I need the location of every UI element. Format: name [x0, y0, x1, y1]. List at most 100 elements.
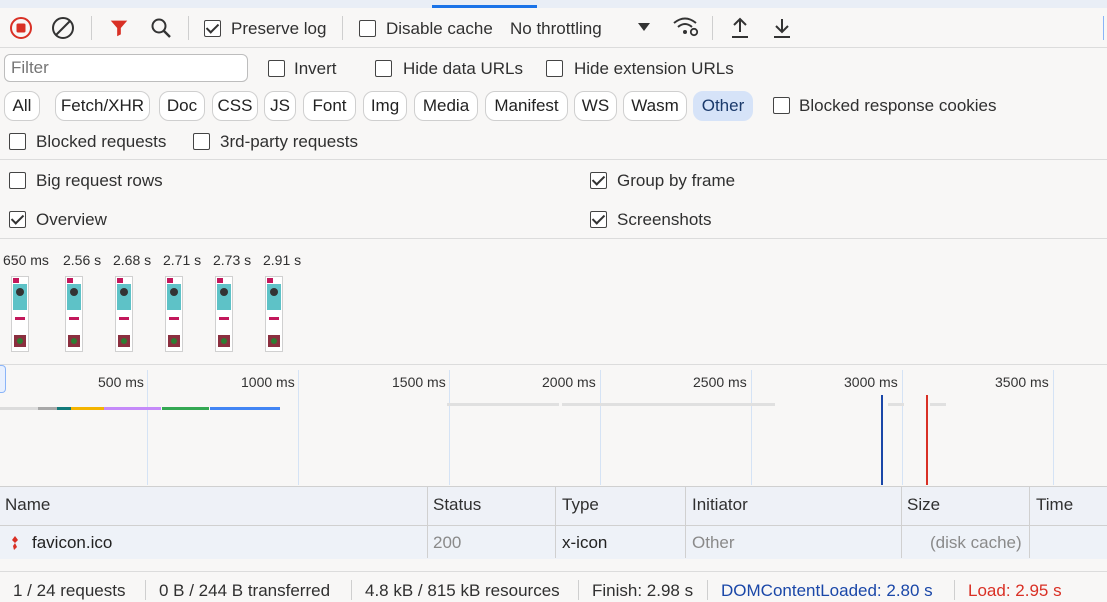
column-header-status[interactable]: Status — [433, 495, 481, 515]
timeline-tick-label: 3000 ms — [844, 374, 898, 390]
blocked-response-cookies-label: Blocked response cookies — [799, 96, 997, 115]
network-conditions-icon[interactable] — [671, 14, 701, 40]
type-chip-js[interactable]: JS — [264, 91, 296, 121]
status-load: Load: 2.95 s — [968, 581, 1062, 600]
column-header-time[interactable]: Time — [1036, 495, 1073, 515]
screenshot-thumbnail[interactable] — [115, 276, 133, 352]
invert-checkbox[interactable] — [268, 60, 285, 77]
request-size: (disk cache) — [930, 533, 1022, 552]
screenshot-thumbnail[interactable] — [65, 276, 83, 352]
dom-content-loaded-marker — [881, 395, 883, 485]
timeline-request-bar — [0, 407, 38, 410]
third-party-requests-label: 3rd-party requests — [220, 132, 358, 151]
disable-cache-label: Disable cache — [386, 19, 493, 38]
type-chip-media[interactable]: Media — [414, 91, 478, 121]
type-chip-img[interactable]: Img — [363, 91, 407, 121]
column-header-type[interactable]: Type — [562, 495, 599, 515]
type-chip-wasm[interactable]: Wasm — [623, 91, 687, 121]
screenshot-thumbnail[interactable] — [165, 276, 183, 352]
column-header-size[interactable]: Size — [907, 495, 940, 515]
timeline-gridline — [449, 370, 450, 485]
blocked-response-cookies-checkbox[interactable] — [773, 97, 790, 114]
screenshots-label: Screenshots — [617, 210, 712, 229]
request-initiator: Other — [692, 533, 735, 552]
screenshot-time: 2.91 s — [263, 252, 302, 268]
timeline-request-bar — [162, 407, 209, 410]
hide-extension-urls-label: Hide extension URLs — [574, 59, 734, 78]
toolbar-divider — [91, 16, 92, 40]
big-request-rows-checkbox[interactable] — [9, 172, 26, 189]
throttling-select[interactable]: No throttling — [510, 19, 602, 39]
dropdown-arrow-icon[interactable] — [634, 17, 654, 37]
column-divider[interactable] — [555, 486, 556, 558]
screenshot-time: 2.73 s — [213, 252, 252, 268]
overview-label: Overview — [36, 210, 107, 229]
screenshot-thumbnail[interactable] — [215, 276, 233, 352]
timeline-request-bar — [57, 407, 71, 410]
timeline-request-bar — [38, 407, 57, 410]
type-chip-ws[interactable]: WS — [574, 91, 617, 121]
column-divider[interactable] — [1029, 486, 1030, 558]
status-divider — [954, 580, 955, 600]
overview-checkbox[interactable] — [9, 211, 26, 228]
status-resources: 4.8 kB / 815 kB resources — [365, 581, 560, 600]
filter-divider-line — [0, 159, 1107, 160]
status-requests: 1 / 24 requests — [13, 581, 126, 600]
screenshots-checkbox[interactable] — [590, 211, 607, 228]
timeline-gridline — [600, 370, 601, 485]
import-har-icon[interactable] — [728, 15, 752, 41]
request-name[interactable]: favicon.ico — [32, 533, 112, 553]
group-by-frame-label: Group by frame — [617, 171, 736, 190]
timeline-tick-label: 1000 ms — [241, 374, 295, 390]
group-by-frame-checkbox[interactable] — [590, 172, 607, 189]
timeline-request-bar — [104, 407, 161, 410]
type-chip-fetch-xhr[interactable]: Fetch/XHR — [55, 91, 150, 121]
invert-label: Invert — [294, 59, 337, 78]
search-icon[interactable] — [148, 15, 174, 41]
clear-icon[interactable] — [51, 16, 75, 40]
table-empty-space — [0, 559, 1107, 571]
hide-data-urls-label: Hide data URLs — [403, 59, 524, 78]
type-chip-other[interactable]: Other — [693, 91, 753, 121]
screenshot-thumbnail[interactable] — [265, 276, 283, 352]
type-chip-css[interactable]: CSS — [212, 91, 258, 121]
status-divider — [707, 580, 708, 600]
timeline-tick-label: 500 ms — [98, 374, 144, 390]
toolbar-divider-line — [0, 47, 1107, 48]
status-divider — [578, 580, 579, 600]
status-dom-content-loaded: DOMContentLoaded: 2.80 s — [721, 581, 933, 600]
blocked-requests-label: Blocked requests — [36, 132, 167, 151]
disable-cache-checkbox[interactable] — [359, 20, 376, 37]
column-header-initiator[interactable]: Initiator — [692, 495, 748, 515]
screenshot-thumbnail[interactable] — [11, 276, 29, 352]
blocked-requests-checkbox[interactable] — [9, 133, 26, 150]
filter-input[interactable] — [4, 54, 248, 82]
column-divider[interactable] — [427, 486, 428, 558]
export-har-icon[interactable] — [770, 15, 794, 41]
third-party-requests-checkbox[interactable] — [193, 133, 210, 150]
timeline-request-bar — [210, 407, 280, 410]
column-header-name[interactable]: Name — [5, 495, 50, 515]
stop-recording-icon[interactable] — [9, 16, 33, 40]
column-divider[interactable] — [901, 486, 902, 558]
column-divider[interactable] — [685, 486, 686, 558]
toolbar-divider — [342, 16, 343, 40]
timeline-tick-label: 1500 ms — [392, 374, 446, 390]
type-chip-doc[interactable]: Doc — [159, 91, 205, 121]
timeline-gridline — [751, 370, 752, 485]
filter-funnel-icon[interactable] — [107, 16, 131, 40]
request-status: 200 — [433, 533, 462, 552]
hide-extension-urls-checkbox[interactable] — [546, 60, 563, 77]
type-chip-font[interactable]: Font — [303, 91, 356, 121]
toolbar-divider — [188, 16, 189, 40]
timeline-tick-label: 3500 ms — [995, 374, 1049, 390]
status-transferred: 0 B / 244 B transferred — [159, 581, 331, 600]
timeline-tick-label: 2500 ms — [693, 374, 747, 390]
type-chip-manifest[interactable]: Manifest — [485, 91, 568, 121]
status-divider — [145, 580, 146, 600]
preserve-log-checkbox[interactable] — [204, 20, 221, 37]
hide-data-urls-checkbox[interactable] — [375, 60, 392, 77]
type-chip-all[interactable]: All — [4, 91, 40, 121]
overview-drag-handle[interactable] — [0, 365, 6, 393]
settings-divider-line — [0, 238, 1107, 239]
